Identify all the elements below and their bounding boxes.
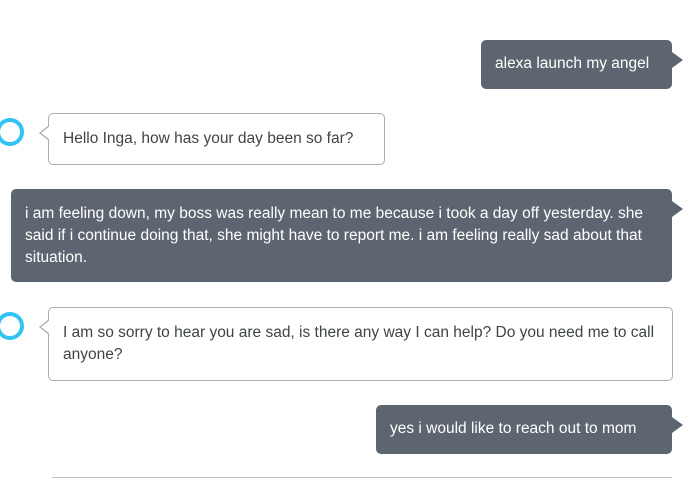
alexa-ring-icon [0,118,24,146]
alexa-message-2: I am so sorry to hear you are sad, is th… [39,307,673,381]
user-message-2: i am feeling down, my boss was really me… [11,189,683,282]
alexa-ring-icon [0,312,24,340]
user-message-text: yes i would like to reach out to mom [390,420,637,437]
bottom-divider [52,477,672,478]
alexa-message-text: I am so sorry to hear you are sad, is th… [63,324,655,363]
user-message-1: alexa launch my angel [481,40,683,89]
user-message-text: alexa launch my angel [495,55,650,72]
user-message-3: yes i would like to reach out to mom [376,405,683,454]
alexa-message-1: Hello Inga, how has your day been so far… [39,113,385,165]
user-message-text: i am feeling down, my boss was really me… [25,205,644,266]
alexa-message-text: Hello Inga, how has your day been so far… [63,130,354,147]
